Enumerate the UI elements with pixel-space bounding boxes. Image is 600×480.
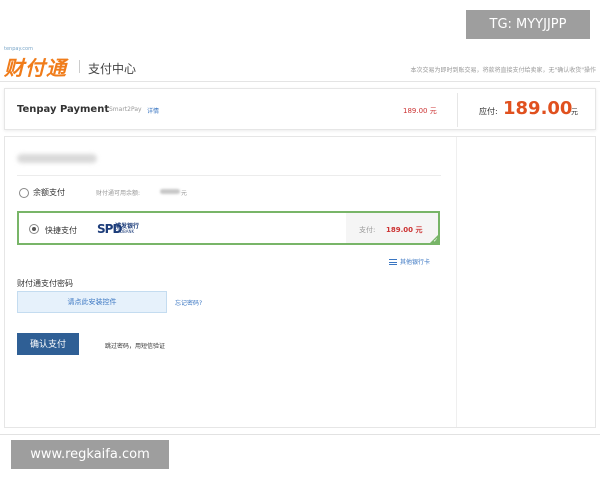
- amount-due-label: 应付:: [479, 107, 498, 116]
- site-watermark: www.regkaifa.com: [11, 440, 169, 469]
- panel-column-divider: [456, 137, 457, 427]
- balance-available-label: 财付通可用余额:: [96, 190, 141, 197]
- product-name: Smart2Pay: [109, 106, 142, 113]
- footer-divider: [0, 434, 600, 435]
- tenpay-logo: tenpay.com 财付通: [4, 46, 78, 80]
- balance-radio[interactable]: [19, 188, 29, 198]
- other-bank-cards-label[interactable]: 其他银行卡: [400, 259, 430, 266]
- account-name-redacted: [17, 154, 97, 163]
- transaction-notice: 本次交易为即时到账交易，将款将直接支付给卖家，无"确认收货"操作: [410, 67, 596, 74]
- list-icon: [389, 259, 397, 265]
- page-title: 支付中心: [88, 62, 137, 76]
- tg-badge: TG: MYYJJPP: [466, 10, 590, 39]
- divider: [17, 175, 441, 176]
- other-bank-cards-link[interactable]: 其他银行卡: [389, 257, 430, 266]
- summary-divider: [457, 93, 458, 127]
- sms-verify-link[interactable]: 跳过密码，用短信验证: [105, 341, 165, 350]
- order-price: 189.00 元: [403, 107, 437, 115]
- balance-option-label[interactable]: 余额支付: [33, 187, 65, 198]
- merchant-brand: Tenpay Payment: [17, 104, 110, 115]
- quick-pay-amount-label: 支付:: [359, 226, 376, 234]
- balance-amount-redacted: [160, 189, 180, 194]
- install-plugin-field[interactable]: 请点此安装控件: [17, 291, 167, 313]
- password-label: 财付通支付密码: [17, 279, 73, 288]
- spdb-bank-logo: SPD 浦发银行 SPDBANK: [97, 221, 157, 237]
- quick-pay-amount: 189.00 元: [386, 226, 423, 234]
- order-summary: Tenpay Payment Smart2Pay 详情 189.00 元 应付:…: [4, 88, 596, 130]
- header: tenpay.com 财付通 支付中心 本次交易为即时到账交易，将款将直接支付给…: [0, 40, 600, 82]
- bank-english-name: SPDBANK: [115, 229, 135, 234]
- balance-unit: 元: [181, 190, 188, 197]
- confirm-payment-button[interactable]: 确认支付: [17, 333, 79, 355]
- check-mark-icon: ✓: [432, 237, 438, 244]
- detail-link[interactable]: 详情: [147, 106, 159, 115]
- forgot-password-link[interactable]: 忘记密码?: [175, 298, 202, 307]
- amount-due: 189.00: [503, 98, 573, 119]
- quick-pay-label[interactable]: 快捷支付: [45, 225, 77, 236]
- quick-pay-option[interactable]: 快捷支付 SPD 浦发银行 SPDBANK 支付: 189.00 元 ✓: [17, 211, 440, 245]
- header-divider: [79, 60, 80, 73]
- amount-due-unit: 元: [571, 108, 578, 116]
- logo-text: 财付通: [4, 56, 67, 80]
- payment-page: tenpay.com 财付通 支付中心 本次交易为即时到账交易，将款将直接支付给…: [0, 0, 600, 480]
- payment-panel: 余额支付 财付通可用余额: 元 快捷支付 SPD 浦发银行 SPDBANK 支付…: [4, 136, 596, 428]
- quick-pay-radio[interactable]: [29, 224, 39, 234]
